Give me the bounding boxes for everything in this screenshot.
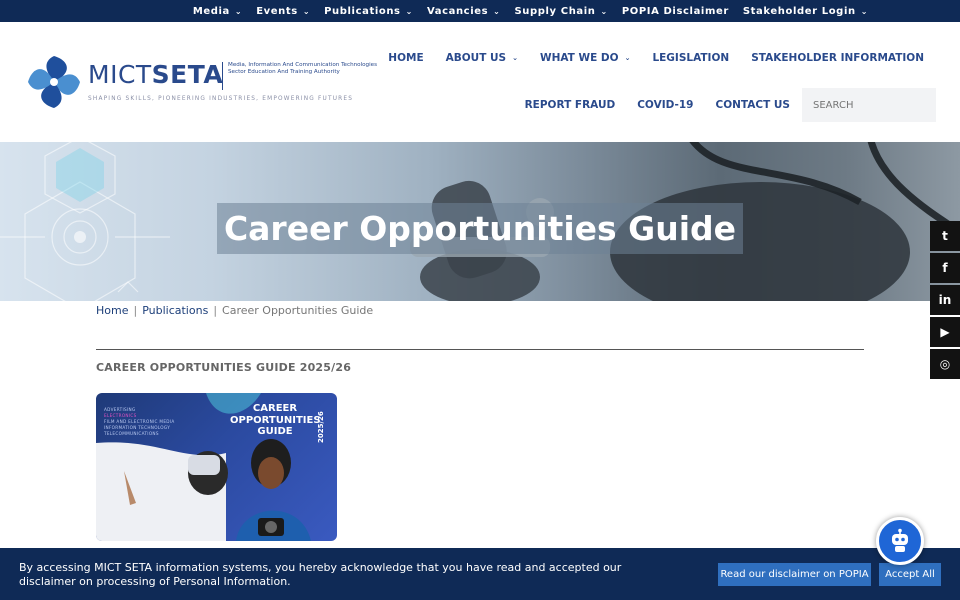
page-title: Career Opportunities Guide bbox=[223, 209, 737, 248]
card-sector-list: ADVERTISING ELECTRONICS FILM AND ELECTRO… bbox=[104, 407, 224, 437]
logo-mict-text: MICT bbox=[88, 60, 152, 89]
topbar-publications[interactable]: Publications ⌄ bbox=[324, 6, 413, 17]
social-sidebar: t f in ▶ ◎ bbox=[930, 221, 960, 381]
publication-card[interactable]: ADVERTISING ELECTRONICS FILM AND ELECTRO… bbox=[96, 393, 337, 541]
nav-report-fraud-label: REPORT FRAUD bbox=[524, 99, 616, 111]
topbar-media-label: Media bbox=[192, 5, 230, 17]
topbar-popia-label: POPIA Disclaimer bbox=[621, 5, 729, 17]
site-logo[interactable]: MICTSETA Media, Information And Communic… bbox=[24, 52, 377, 116]
topbar-events[interactable]: Events ⌄ bbox=[256, 6, 310, 17]
section-divider bbox=[96, 349, 864, 350]
logo-divider bbox=[222, 62, 223, 90]
twitter-icon[interactable]: t bbox=[930, 221, 960, 251]
topbar-events-label: Events bbox=[256, 5, 298, 17]
site-header: MICTSETA Media, Information And Communic… bbox=[0, 22, 960, 142]
chatbot-launcher[interactable] bbox=[876, 517, 924, 565]
nav-covid-19-label: COVID-19 bbox=[637, 99, 694, 111]
nav-contact-us[interactable]: CONTACT US bbox=[715, 99, 790, 111]
card-sector-item: TELECOMMUNICATIONS bbox=[104, 431, 159, 436]
chevron-down-icon: ⌄ bbox=[302, 6, 311, 16]
topbar-media[interactable]: Media ⌄ bbox=[193, 6, 242, 17]
breadcrumb: Home | Publications | Career Opportuniti… bbox=[96, 304, 373, 317]
cookie-consent-text: By accessing MICT SETA information syste… bbox=[19, 561, 622, 588]
logo-wordmark: MICTSETA bbox=[88, 60, 223, 89]
search-input[interactable] bbox=[802, 88, 936, 122]
nav-stakeholder-information-label: STAKEHOLDER INFORMATION bbox=[751, 52, 924, 64]
topbar-supply-chain[interactable]: Supply Chain ⌄ bbox=[514, 6, 607, 17]
linkedin-icon[interactable]: in bbox=[930, 285, 960, 315]
nav-covid-19[interactable]: COVID-19 bbox=[637, 99, 693, 111]
breadcrumb-home-link[interactable]: Home bbox=[96, 304, 128, 317]
chevron-down-icon: ⌄ bbox=[624, 54, 631, 62]
youtube-icon[interactable]: ▶ bbox=[930, 317, 960, 347]
topbar-vacancies[interactable]: Vacancies ⌄ bbox=[427, 6, 501, 17]
robot-icon bbox=[892, 528, 908, 552]
top-utility-bar: Media ⌄ Events ⌄ Publications ⌄ Vacancies ⌄ … bbox=[0, 0, 960, 22]
main-nav-secondary: REPORT FRAUD COVID-19 CONTACT US bbox=[503, 88, 936, 122]
topbar-stakeholder-login[interactable]: Stakeholder Login ⌄ bbox=[743, 6, 868, 17]
nav-legislation[interactable]: LEGISLATION bbox=[652, 52, 729, 64]
topbar-publications-label: Publications bbox=[324, 5, 401, 17]
main-nav-primary: HOME ABOUT US ⌄ WHAT WE DO ⌄ LEGISLATION S… bbox=[366, 52, 924, 64]
breadcrumb-separator: | bbox=[133, 304, 138, 317]
topbar-supply-chain-label: Supply Chain bbox=[514, 5, 596, 17]
chevron-down-icon: ⌄ bbox=[234, 6, 243, 16]
nav-legislation-label: LEGISLATION bbox=[652, 52, 730, 64]
card-year: 2025/26 bbox=[317, 411, 325, 443]
chevron-down-icon: ⌄ bbox=[512, 54, 518, 62]
chevron-down-icon: ⌄ bbox=[860, 6, 868, 16]
topbar-vacancies-label: Vacancies bbox=[426, 5, 489, 17]
nav-stakeholder-information[interactable]: STAKEHOLDER INFORMATION bbox=[751, 52, 924, 64]
logo-subtitle: Media, Information And Communication Tec… bbox=[228, 62, 378, 75]
logo-seta-text: SETA bbox=[151, 60, 224, 89]
nav-about-us[interactable]: ABOUT US ⌄ bbox=[446, 52, 518, 64]
breadcrumb-publications-link[interactable]: Publications bbox=[142, 304, 208, 317]
logo-mark-icon bbox=[26, 54, 82, 110]
topbar-popia-disclaimer[interactable]: POPIA Disclaimer bbox=[622, 6, 729, 17]
accept-all-button[interactable]: Accept All bbox=[879, 563, 941, 586]
card-title: CAREER OPPORTUNITIES GUIDE bbox=[230, 403, 321, 437]
nav-home-label: HOME bbox=[388, 52, 424, 64]
topbar-stakeholder-login-label: Stakeholder Login bbox=[742, 5, 856, 17]
section-heading: CAREER OPPORTUNITIES GUIDE 2025/26 bbox=[96, 361, 352, 374]
read-disclaimer-button[interactable]: Read our disclaimer on POPIA bbox=[718, 563, 871, 586]
nav-home[interactable]: HOME bbox=[388, 52, 423, 64]
chevron-down-icon: ⌄ bbox=[600, 6, 608, 16]
chevron-down-icon: ⌄ bbox=[405, 6, 413, 16]
nav-contact-us-label: CONTACT US bbox=[715, 99, 790, 111]
facebook-icon[interactable]: f bbox=[930, 253, 960, 283]
nav-report-fraud[interactable]: REPORT FRAUD bbox=[525, 99, 616, 111]
logo-tagline: SHAPING SKILLS, PIONEERING INDUSTRIES, E… bbox=[88, 96, 354, 102]
hero-banner: Career Opportunities Guide bbox=[0, 142, 960, 301]
nav-what-we-do-label: WHAT WE DO bbox=[540, 52, 619, 64]
breadcrumb-separator: | bbox=[213, 304, 218, 317]
chevron-down-icon: ⌄ bbox=[493, 6, 501, 16]
nav-about-us-label: ABOUT US bbox=[445, 52, 507, 64]
nav-what-we-do[interactable]: WHAT WE DO ⌄ bbox=[540, 52, 630, 64]
breadcrumb-current: Career Opportunities Guide bbox=[222, 304, 374, 317]
instagram-icon[interactable]: ◎ bbox=[930, 349, 960, 379]
